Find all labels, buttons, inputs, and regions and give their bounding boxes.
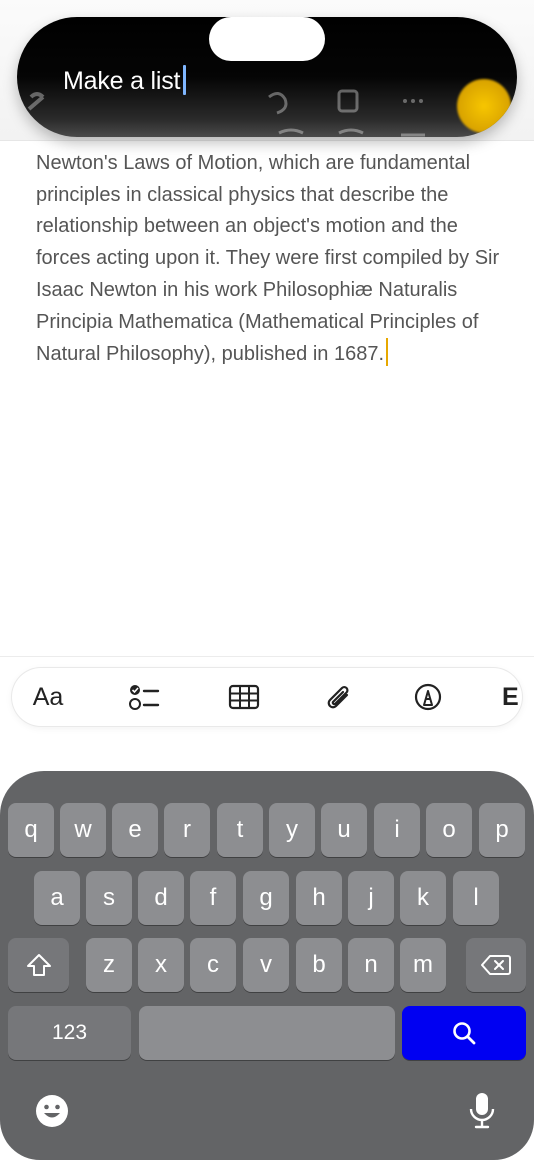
keyboard: q w e r t y u i o p a s d f g h j k l z … xyxy=(0,771,534,1160)
key-s[interactable]: s xyxy=(86,871,132,925)
compose-icon xyxy=(457,79,511,133)
prompt-text: Make a list xyxy=(63,67,181,95)
format-bar: Aa E xyxy=(12,668,522,726)
search-icon xyxy=(453,1022,476,1045)
markup-pen-icon xyxy=(414,683,442,711)
key-v[interactable]: v xyxy=(243,938,289,992)
backspace-icon xyxy=(481,955,511,975)
prompt-input[interactable]: Make a list xyxy=(63,65,187,96)
key-i[interactable]: i xyxy=(374,803,420,857)
table-button[interactable] xyxy=(226,668,262,726)
key-u[interactable]: u xyxy=(321,803,367,857)
key-d[interactable]: d xyxy=(138,871,184,925)
key-r[interactable]: r xyxy=(164,803,210,857)
key-l[interactable]: l xyxy=(453,871,499,925)
key-f[interactable]: f xyxy=(190,871,236,925)
key-y[interactable]: y xyxy=(269,803,315,857)
table-icon xyxy=(228,684,260,710)
key-n[interactable]: n xyxy=(348,938,394,992)
numbers-key[interactable]: 123 xyxy=(8,1006,131,1060)
emoji-icon xyxy=(36,1095,68,1127)
note-body[interactable]: Newton's Laws of Motion, which are funda… xyxy=(36,148,506,371)
note-caret xyxy=(386,338,388,367)
key-c[interactable]: c xyxy=(190,938,236,992)
key-o[interactable]: o xyxy=(426,803,472,857)
shift-key[interactable] xyxy=(8,938,69,992)
key-j[interactable]: j xyxy=(348,871,394,925)
microphone-icon xyxy=(469,1093,495,1129)
text-style-label: Aa xyxy=(32,682,64,711)
key-b[interactable]: b xyxy=(296,938,342,992)
checklist-icon xyxy=(129,685,160,710)
dynamic-island xyxy=(209,17,325,61)
key-m[interactable]: m xyxy=(400,938,446,992)
overflow-format-button[interactable]: E xyxy=(502,668,522,726)
markup-button[interactable] xyxy=(410,668,446,726)
writing-tools-prompt[interactable]: Make a list xyxy=(17,17,517,137)
key-p[interactable]: p xyxy=(479,803,525,857)
note-body-text: Newton's Laws of Motion, which are funda… xyxy=(36,152,500,366)
key-g[interactable]: g xyxy=(243,871,289,925)
paperclip-icon xyxy=(327,685,349,709)
key-z[interactable]: z xyxy=(86,938,132,992)
key-e[interactable]: e xyxy=(112,803,158,857)
key-h[interactable]: h xyxy=(296,871,342,925)
key-a[interactable]: a xyxy=(34,871,80,925)
search-key[interactable] xyxy=(402,1006,526,1060)
overflow-format-label: E xyxy=(502,682,519,711)
key-w[interactable]: w xyxy=(60,803,106,857)
delete-key[interactable] xyxy=(466,938,526,992)
checklist-button[interactable] xyxy=(126,668,162,726)
shift-icon xyxy=(26,954,51,976)
key-t[interactable]: t xyxy=(217,803,263,857)
space-key[interactable] xyxy=(139,1006,395,1060)
prompt-caret xyxy=(183,65,187,95)
text-style-button[interactable]: Aa xyxy=(24,668,72,726)
dictation-button[interactable] xyxy=(468,1091,496,1131)
key-q[interactable]: q xyxy=(8,803,54,857)
emoji-button[interactable] xyxy=(34,1093,70,1129)
key-k[interactable]: k xyxy=(400,871,446,925)
attachment-button[interactable] xyxy=(320,668,356,726)
divider xyxy=(0,656,534,657)
key-x[interactable]: x xyxy=(138,938,184,992)
